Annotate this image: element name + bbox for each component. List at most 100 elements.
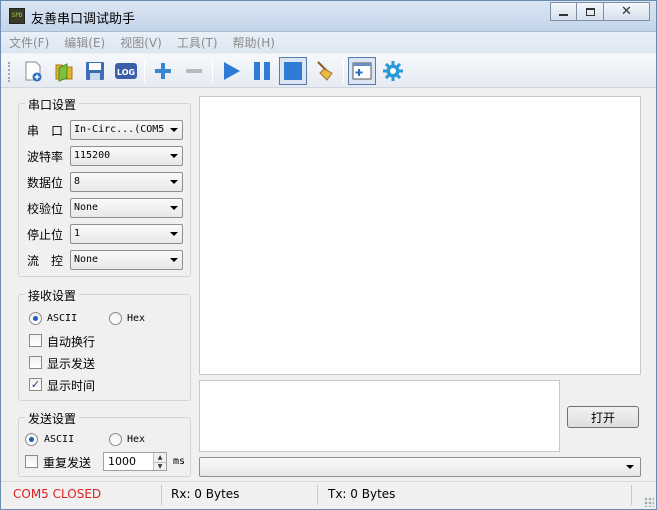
close-icon: ✕	[621, 4, 632, 19]
start-button[interactable]	[217, 57, 245, 85]
receive-settings-group: 接收设置 ASCII Hex 自动换行 显示发送 ✓ 显示时间	[18, 287, 191, 401]
app-icon: SPD	[9, 8, 25, 24]
show-send-label: 显示发送	[47, 357, 96, 371]
pause-button[interactable]	[248, 57, 276, 85]
parity-label: 校验位	[27, 202, 64, 216]
app-window: SPD 友善串口调试助手 ✕ 文件(F) 编辑(E) 视图(V) 工具(T) 帮…	[0, 0, 657, 510]
log-icon: LOG	[115, 63, 137, 79]
add-window-button[interactable]	[348, 57, 376, 85]
menu-file[interactable]: 文件(F)	[9, 34, 49, 51]
remove-button[interactable]	[180, 57, 208, 85]
maximize-icon	[585, 7, 595, 16]
toolbar-grip[interactable]	[8, 62, 11, 82]
send-history-select[interactable]	[199, 457, 641, 477]
open-button[interactable]: 打开	[567, 406, 639, 428]
serial-settings-title: 串口设置	[25, 96, 80, 113]
save-icon	[86, 62, 104, 80]
window-title: 友善串口调试助手	[31, 12, 136, 27]
toolbar-separator	[144, 60, 145, 82]
save-button[interactable]	[81, 57, 109, 85]
title-bar[interactable]: SPD 友善串口调试助手 ✕	[1, 1, 656, 32]
spin-down-icon[interactable]: ▼	[154, 461, 166, 471]
log-button[interactable]: LOG	[112, 57, 140, 85]
chevron-down-icon	[170, 232, 178, 236]
receive-text-area[interactable]	[199, 96, 641, 375]
interval-stepper: ▲ ▼	[153, 453, 166, 470]
chevron-down-icon	[170, 258, 178, 262]
toolbar-separator	[212, 60, 213, 82]
play-icon	[224, 62, 240, 80]
flow-control-label: 流 控	[27, 254, 64, 268]
menu-tools[interactable]: 工具(T)	[177, 34, 218, 51]
repeat-send-label: 重复发送	[43, 456, 92, 470]
chevron-down-icon	[170, 128, 178, 132]
show-time-label: 显示时间	[47, 379, 96, 393]
stop-bits-select[interactable]: 1	[70, 224, 183, 244]
interval-value: 1000	[108, 455, 136, 468]
status-divider	[631, 485, 632, 505]
new-icon	[25, 61, 42, 82]
flow-control-select[interactable]: None	[70, 250, 183, 270]
add-window-icon	[352, 62, 372, 80]
clear-broom-icon	[317, 61, 333, 81]
stop-bits-label: 停止位	[27, 228, 64, 242]
status-bar: COM5 CLOSED Rx: 0 Bytes Tx: 0 Bytes	[1, 481, 656, 509]
show-time-checkbox[interactable]: ✓	[29, 378, 42, 391]
receive-hex-radio[interactable]	[109, 312, 122, 325]
port-label: 串 口	[27, 124, 64, 138]
repeat-send-checkbox[interactable]	[25, 455, 38, 468]
baud-rate-select[interactable]: 115200	[70, 146, 183, 166]
settings-gear-icon	[383, 61, 403, 81]
menu-help[interactable]: 帮助(H)	[233, 34, 275, 51]
add-icon	[155, 63, 171, 79]
data-bits-label: 数据位	[27, 176, 64, 190]
chevron-down-icon	[626, 465, 634, 469]
menu-edit[interactable]: 编辑(E)	[64, 34, 105, 51]
data-bits-select[interactable]: 8	[70, 172, 183, 192]
menu-view[interactable]: 视图(V)	[120, 34, 162, 51]
stop-bits-value: 1	[74, 228, 81, 239]
stop-button[interactable]	[279, 57, 307, 85]
open-icon	[55, 63, 73, 82]
rx-count: Rx: 0 Bytes	[171, 487, 240, 501]
resize-grip[interactable]	[644, 497, 654, 507]
interval-unit: ms	[173, 456, 186, 467]
tx-count: Tx: 0 Bytes	[328, 487, 396, 501]
receive-ascii-radio[interactable]	[29, 312, 42, 325]
open-button-label: 打开	[590, 410, 615, 425]
port-status: COM5 CLOSED	[13, 487, 102, 501]
flow-control-value: None	[74, 254, 99, 265]
clear-button[interactable]	[311, 57, 339, 85]
send-hex-radio[interactable]	[109, 433, 122, 446]
auto-wrap-checkbox[interactable]	[29, 334, 42, 347]
receive-ascii-label: ASCII	[47, 313, 78, 324]
parity-select[interactable]: None	[70, 198, 183, 218]
port-select[interactable]: In-Circ...(COM5	[70, 120, 183, 140]
svg-text:LOG: LOG	[117, 68, 135, 77]
stop-icon	[284, 62, 302, 80]
spin-up-icon[interactable]: ▲	[154, 453, 166, 462]
receive-settings-title: 接收设置	[25, 287, 80, 304]
port-value: In-Circ...(COM5	[74, 124, 165, 135]
parity-value: None	[74, 202, 99, 213]
status-divider	[317, 485, 318, 505]
minimize-button[interactable]	[550, 2, 577, 21]
maximize-button[interactable]	[577, 2, 604, 21]
open-button[interactable]	[50, 57, 78, 85]
new-button[interactable]	[19, 57, 47, 85]
remove-icon	[186, 69, 202, 73]
send-text-area[interactable]	[199, 380, 560, 452]
chevron-down-icon	[170, 206, 178, 210]
chevron-down-icon	[170, 180, 178, 184]
send-settings-group: 发送设置 ASCII Hex 重复发送 1000 ▲ ▼ ms	[18, 410, 191, 477]
auto-wrap-label: 自动换行	[47, 335, 96, 349]
data-bits-value: 8	[74, 176, 81, 187]
baud-rate-label: 波特率	[27, 150, 64, 164]
add-button[interactable]	[149, 57, 177, 85]
close-button[interactable]: ✕	[604, 2, 650, 21]
interval-spinbox[interactable]: 1000 ▲ ▼	[103, 452, 167, 471]
show-send-checkbox[interactable]	[29, 356, 42, 369]
settings-button[interactable]	[379, 57, 407, 85]
send-hex-label: Hex	[127, 434, 146, 445]
send-ascii-radio[interactable]	[25, 433, 38, 446]
